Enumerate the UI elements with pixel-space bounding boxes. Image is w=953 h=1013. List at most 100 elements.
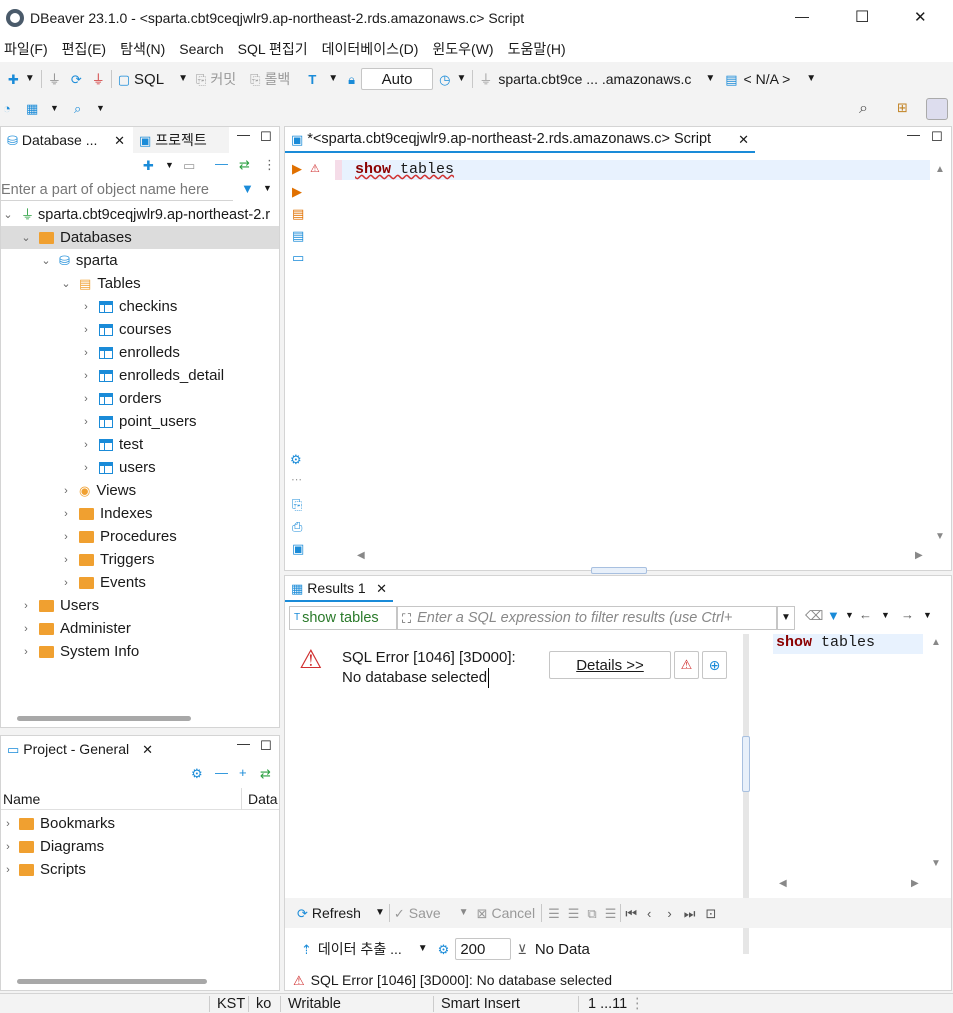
lock-icon[interactable]: 🔒︎ (348, 73, 355, 86)
forward-dropdown-icon[interactable]: ▼ (923, 611, 932, 620)
filter-dropdown-icon[interactable]: ▼ (845, 611, 854, 620)
tree-system-info[interactable]: › System Info (19, 640, 139, 663)
chevron-right-icon[interactable]: › (19, 646, 33, 658)
explain-plan-icon[interactable]: ▤ (292, 229, 304, 242)
scroll-left-icon[interactable]: ◀ (357, 551, 365, 561)
global-search-icon[interactable]: ⌕ (859, 101, 868, 117)
close-tab-icon[interactable]: ✕ (114, 134, 125, 147)
filter-dropdown-icon[interactable]: ▼ (263, 184, 272, 193)
error-log-button[interactable]: ⚠ (674, 651, 699, 679)
chevron-right-icon[interactable]: › (79, 301, 93, 313)
collapse-all-icon[interactable]: — (215, 157, 228, 170)
reconnect-icon[interactable]: ⟳ (71, 73, 82, 86)
back-arrow-icon[interactable]: ← (859, 608, 872, 621)
chevron-right-icon[interactable]: › (79, 439, 93, 451)
object-filter-field[interactable]: Enter a part of object name here (1, 179, 233, 201)
tab-database-navigator[interactable]: ⛁ Database ... ✕ (1, 127, 131, 153)
chevron-right-icon[interactable]: › (59, 508, 73, 520)
details-button[interactable]: Details >> (549, 651, 671, 679)
tree-databases[interactable]: ⌄ Databases (1, 226, 279, 249)
execute-new-tab-icon[interactable]: ▶ (292, 185, 302, 198)
filter-history-dropdown-icon[interactable]: ▼ (777, 606, 795, 630)
link-icon[interactable]: ⇄ (260, 767, 271, 780)
scroll-down-icon[interactable]: ▼ (931, 859, 941, 869)
chevron-right-icon[interactable]: › (79, 324, 93, 336)
menu-database[interactable]: 데이터베이스(D) (318, 39, 429, 59)
scroll-up-icon[interactable]: ▲ (931, 638, 941, 648)
tab-project-general[interactable]: ▭ Project - General ✕ (1, 736, 159, 762)
search-web-button[interactable]: ⊕ (702, 651, 727, 679)
dropdown-arrow-icon[interactable]: ▼ (25, 74, 35, 84)
navigator-horizontal-scrollbar[interactable] (17, 716, 191, 721)
chevron-right-icon[interactable]: › (1, 864, 15, 876)
link-editor-icon[interactable]: ⇄ (239, 158, 250, 171)
apply-filter-icon[interactable]: ▼ (827, 609, 840, 622)
minimize-panel-icon[interactable]: — (237, 736, 250, 751)
refresh-icon[interactable]: ⟳ (297, 907, 308, 920)
add-row-icon[interactable]: ☰ (568, 907, 580, 920)
chevron-right-icon[interactable]: › (59, 577, 73, 589)
next-page-icon[interactable]: › (667, 907, 671, 920)
menu-sql-editor[interactable]: SQL 편집기 (234, 39, 318, 59)
history-dropdown-icon[interactable]: ▼ (456, 74, 466, 84)
connection-dropdown-icon[interactable]: ▼ (705, 74, 715, 84)
sql-editor-icon[interactable]: ▢ (118, 73, 130, 86)
sql-dropdown-icon[interactable]: ▼ (178, 74, 188, 84)
scroll-right-icon[interactable]: ▶ (911, 879, 919, 889)
execute-script-icon[interactable]: ▤ (292, 207, 304, 220)
commit-button[interactable]: 커밋 (210, 69, 236, 89)
connect-icon[interactable]: ⏚ (48, 73, 61, 86)
minimize-panel-icon[interactable]: — (237, 127, 250, 142)
export-dropdown-icon[interactable]: ▼ (418, 944, 428, 954)
menu-edit[interactable]: 편집(E) (58, 39, 116, 59)
settings-icon[interactable]: ⚙︎ (438, 943, 450, 956)
tree-table[interactable]: › users (79, 456, 156, 479)
erd-dropdown-icon[interactable]: ▼ (50, 104, 59, 113)
tree-table[interactable]: › enrolleds (79, 341, 180, 364)
tab-projects[interactable]: ▣ 프로젝트 (133, 127, 229, 153)
menu-window[interactable]: 윈도우(W) (428, 39, 503, 59)
close-tab-icon[interactable]: ✕ (376, 582, 387, 595)
chevron-down-icon[interactable]: ⌄ (1, 208, 15, 221)
maximize-panel-icon[interactable]: ☐ (260, 738, 272, 754)
settings-icon[interactable]: ⚙︎ (191, 767, 203, 780)
fetch-all-icon[interactable]: ⊡ (705, 907, 716, 920)
tree-table[interactable]: › point_users (79, 410, 196, 433)
menu-help[interactable]: 도움말(H) (504, 39, 576, 59)
dashboard-icon[interactable]: ◔ (3, 102, 11, 115)
new-folder-icon[interactable]: ▭ (183, 159, 195, 172)
tree-events[interactable]: › Events (59, 571, 146, 594)
sash-handle[interactable] (591, 567, 647, 574)
previous-page-icon[interactable]: ‹ (647, 907, 651, 920)
delete-row-icon[interactable]: ☰ (605, 907, 617, 920)
menu-navigate[interactable]: 탐색(N) (116, 39, 175, 59)
view-menu-icon[interactable]: ⋮ (263, 158, 276, 171)
export-icon[interactable]: ⎘ (292, 498, 302, 511)
forward-arrow-icon[interactable]: → (901, 608, 914, 621)
query-label-box[interactable]: T show tables (289, 606, 397, 630)
open-perspective-icon[interactable]: ⊞ (897, 101, 908, 114)
close-window-button[interactable]: ✕ (914, 8, 927, 26)
tree-indexes[interactable]: › Indexes (59, 502, 152, 525)
save-dropdown-icon[interactable]: ▼ (459, 908, 469, 918)
search-toolbar-icon[interactable]: ⌕ (74, 102, 81, 115)
results-filter-input[interactable]: ⛶ Enter a SQL expression to filter resul… (397, 606, 777, 630)
project-item-scripts[interactable]: › Scripts (1, 858, 86, 881)
refresh-dropdown-icon[interactable]: ▼ (375, 908, 385, 918)
chevron-right-icon[interactable]: › (19, 623, 33, 635)
menu-file[interactable]: 파일(F) (0, 39, 58, 59)
chevron-right-icon[interactable]: › (59, 554, 73, 566)
tree-table[interactable]: › test (79, 433, 143, 456)
new-connection-icon[interactable]: ✚ (8, 73, 19, 86)
scroll-left-icon[interactable]: ◀ (779, 879, 787, 889)
history-icon[interactable]: ◷ (439, 73, 450, 86)
active-schema-selector[interactable]: < N/A > (744, 71, 791, 87)
scroll-right-icon[interactable]: ▶ (915, 551, 923, 561)
cancel-button[interactable]: Cancel (491, 905, 535, 921)
tree-schema-sparta[interactable]: ⌄ ⛁ sparta (39, 249, 117, 272)
chevron-right-icon[interactable]: › (1, 818, 15, 830)
project-item-bookmarks[interactable]: › Bookmarks (1, 812, 115, 835)
copy-row-icon[interactable]: ⧉ (587, 907, 596, 920)
execute-statement-icon[interactable]: ▶ (292, 162, 302, 175)
expand-icon[interactable]: ⛶ (402, 612, 411, 625)
